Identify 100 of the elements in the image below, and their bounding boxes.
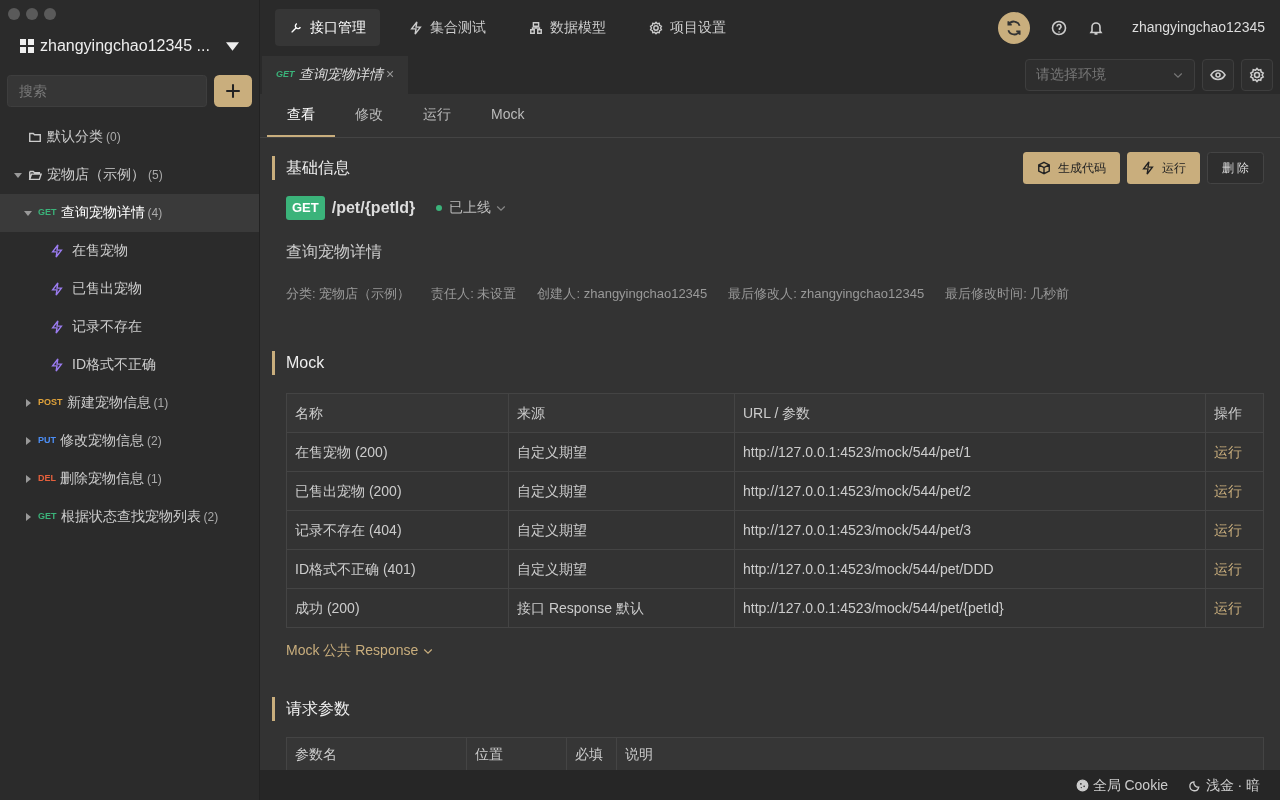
item-count: (1) (153, 394, 169, 412)
view-tab[interactable]: 查看 (267, 93, 335, 137)
meta-text: 最后修改时间: 几秒前 (945, 284, 1070, 303)
method-label: DEL (38, 471, 56, 485)
table-cell: 自定义期望 (508, 432, 735, 472)
table-cell: http://127.0.0.1:4523/mock/544/pet/DDD (734, 549, 1206, 589)
status-item[interactable]: 浅金 · 暗 (1189, 774, 1260, 796)
tree-item[interactable]: GET 根据状态查找宠物列表 (2) (0, 497, 259, 536)
table-cell: 自定义期望 (508, 510, 735, 550)
meta-text: 责任人: 未设置 (431, 284, 517, 303)
nav-tab[interactable]: 集合测试 (395, 9, 500, 47)
tree-item[interactable]: ID格式不正确 (0, 345, 259, 384)
generate-code-button[interactable]: 生成代码 (1022, 151, 1120, 184)
status-dot (436, 204, 443, 211)
tree-item[interactable]: PUT 修改宠物信息 (2) (0, 421, 259, 460)
wrench-icon (289, 20, 303, 35)
table-cell: 自定义期望 (508, 471, 735, 511)
table-cell: ID格式不正确 (401) (286, 549, 509, 589)
tree-item-label: 修改宠物信息 (60, 431, 144, 450)
column-header: 参数名 (286, 737, 467, 771)
bell-icon (1087, 19, 1104, 36)
tree-item-label: 查询宠物详情 (60, 203, 145, 222)
lightning-icon (50, 357, 64, 372)
search-field[interactable]: 搜索 (7, 75, 207, 107)
tree-item-label: 宠物店（示例） (47, 165, 145, 184)
help-button[interactable] (1050, 19, 1067, 36)
caret-icon[interactable] (24, 512, 32, 521)
tree-item-label: 删除宠物信息 (60, 469, 144, 488)
view-tab[interactable]: Mock (471, 93, 545, 137)
select-placeholder: 请选择环境 (1036, 65, 1107, 85)
lightning-icon (50, 281, 64, 296)
caret-icon[interactable] (24, 474, 32, 483)
settings-button[interactable] (1241, 58, 1273, 91)
tree-item[interactable]: 已售出宠物 (0, 269, 259, 308)
workspace-name[interactable]: zhangyingchao12345 ... (40, 34, 226, 58)
table-cell: 在售宠物 (200) (286, 432, 509, 472)
tree-item-label: 已售出宠物 (72, 279, 142, 298)
api-path: /pet/{petId} (331, 197, 416, 218)
status-item[interactable]: 全局 Cookie (1076, 774, 1169, 796)
tree-item-label: 记录不存在 (72, 317, 142, 336)
view-tab[interactable]: 修改 (335, 93, 403, 137)
column-header: 必填 (566, 737, 617, 771)
item-count: (4) (147, 204, 163, 222)
tree-item[interactable]: POST 新建宠物信息 (1) (0, 383, 259, 422)
nav-tab[interactable]: 接口管理 (275, 9, 380, 47)
api-name: 查询宠物详情 (286, 241, 383, 262)
tab-label: 查询宠物详情 (298, 65, 383, 85)
close-icon[interactable]: × (386, 64, 395, 86)
column-header: 来源 (508, 393, 735, 433)
table-cell: http://127.0.0.1:4523/mock/544/pet/1 (734, 432, 1206, 472)
sync-button[interactable] (997, 11, 1030, 44)
tree-item-label: 根据状态查找宠物列表 (60, 507, 201, 526)
tree-item[interactable]: 默认分类 (0) (0, 117, 259, 156)
dropdown-caret-icon[interactable] (226, 41, 239, 51)
mock-response-link[interactable]: Mock 公共 Response (286, 640, 434, 662)
table-cell: 记录不存在 (404) (286, 510, 509, 550)
tree-item[interactable]: 宠物店（示例） (5) (0, 155, 259, 194)
refresh-icon (1004, 18, 1023, 37)
tree-item-label: 新建宠物信息 (66, 393, 151, 412)
column-header: 位置 (466, 737, 567, 771)
status-select[interactable]: 已上线 (449, 197, 507, 219)
lightning-icon (50, 243, 64, 258)
nav-tab[interactable]: 数据模型 (515, 9, 620, 47)
preview-button[interactable] (1202, 58, 1234, 91)
tree-item[interactable]: GET 查询宠物详情 (4) (0, 193, 259, 232)
grid-icon (20, 39, 34, 53)
tree-item[interactable]: DEL 删除宠物信息 (1) (0, 459, 259, 498)
user-name[interactable]: zhangyingchao12345 (1131, 17, 1265, 39)
section-title: Mock (272, 351, 1264, 376)
tree-item[interactable]: 记录不存在 (0, 307, 259, 346)
item-count: (2) (147, 432, 162, 450)
lightning-icon (409, 20, 423, 35)
table-cell: http://127.0.0.1:4523/mock/544/pet/{petId} (734, 588, 1206, 628)
caret-icon[interactable] (24, 436, 32, 445)
method-label: POST (38, 395, 63, 409)
caret-icon[interactable] (14, 170, 22, 179)
tree-item[interactable]: 在售宠物 (0, 231, 259, 270)
caret-icon[interactable] (24, 398, 32, 407)
meta-text: 最后修改人: zhangyingchao12345 (728, 284, 925, 303)
table-cell: 自定义期望 (508, 549, 735, 589)
column-header: 名称 (286, 393, 509, 433)
delete-button[interactable]: 删 除 (1206, 151, 1264, 184)
item-count: (5) (148, 166, 163, 184)
document-tab[interactable]: GET 查询宠物详情 × (262, 55, 409, 94)
method-label: GET (38, 509, 57, 523)
caret-icon[interactable] (24, 208, 32, 217)
table-cell: 已售出宠物 (200) (286, 471, 509, 511)
add-button[interactable] (214, 75, 252, 107)
item-count: (2) (203, 508, 219, 526)
section-title: 基础信息 (272, 155, 1016, 180)
notifications-button[interactable] (1087, 19, 1104, 36)
view-tab[interactable]: 运行 (403, 93, 471, 137)
help-icon (1050, 19, 1067, 36)
table-cell: http://127.0.0.1:4523/mock/544/pet/3 (734, 510, 1206, 550)
lightning-icon (1140, 160, 1155, 175)
meta-text: 分类: 宠物店（示例） (286, 284, 411, 303)
nav-tab[interactable]: 项目设置 (635, 9, 740, 47)
tree-item-label: 在售宠物 (72, 241, 128, 260)
moon-icon (1189, 778, 1203, 792)
run-button[interactable]: 运行 (1126, 151, 1200, 184)
